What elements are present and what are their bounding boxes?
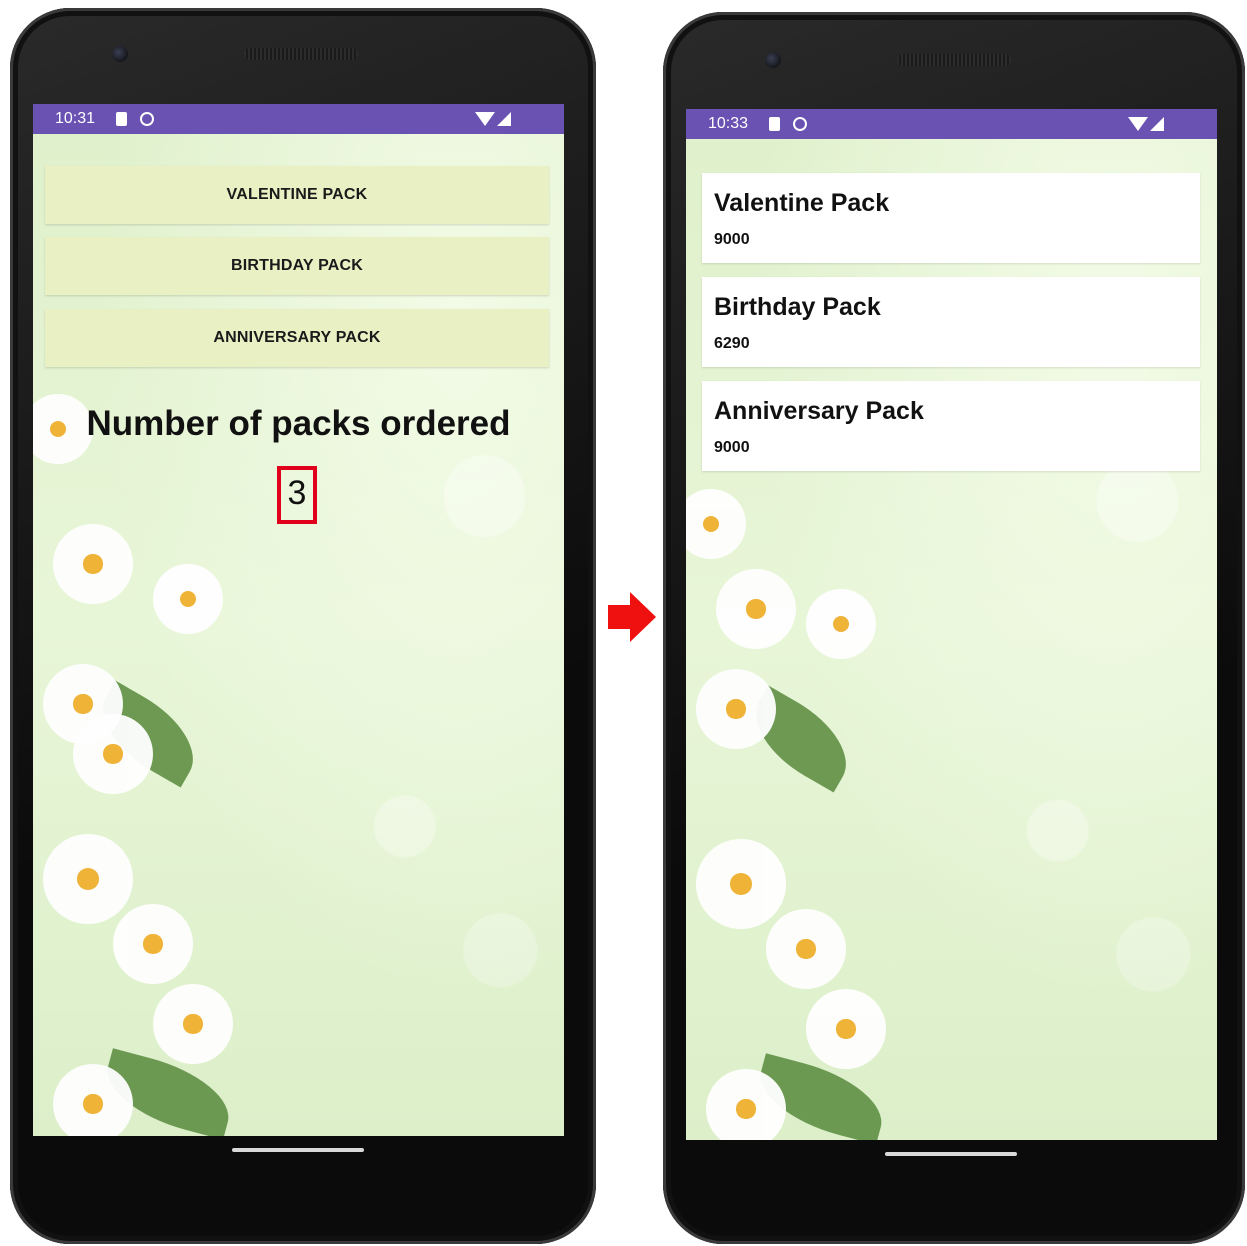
pack-price: 9000 [714,231,750,248]
transition-arrow-icon [608,592,656,642]
home-gesture-bar[interactable] [232,1148,364,1152]
flower-decoration [766,909,846,989]
status-bar: 10:33 [686,109,1217,139]
flower-decoration [806,989,886,1069]
front-camera-icon [765,52,781,68]
pack-name: Valentine Pack [714,189,890,217]
flower-decoration [43,834,133,924]
birthday-pack-button[interactable]: BIRTHDAY PACK [45,237,549,295]
pack-card-birthday[interactable]: Birthday Pack 6290 [702,277,1200,367]
flower-decoration [696,839,786,929]
signal-icon [497,112,511,126]
pack-name: Birthday Pack [714,293,881,321]
flower-decoration [113,904,193,984]
status-bar: 10:31 [33,104,564,134]
right-phone-frame: 10:33 Valentine Pack 9000 Birthday Pack … [663,12,1245,1244]
speaker-grille [244,48,358,60]
left-screen: 10:31 VALENTINE PACK BIRTHDAY PACK ANNIV… [33,104,564,1136]
pack-card-anniversary[interactable]: Anniversary Pack 9000 [702,381,1200,471]
wifi-icon [1128,117,1148,131]
flower-decoration [153,984,233,1064]
signal-icon [1150,117,1164,131]
packs-count-value: 3 [287,474,307,512]
pack-name: Anniversary Pack [714,397,924,425]
flower-decoration [716,569,796,649]
front-camera-icon [112,46,128,62]
sd-card-icon [769,117,780,131]
speaker-grille [897,54,1011,66]
pack-price: 6290 [714,335,750,352]
pack-price: 9000 [714,439,750,456]
flower-decoration [696,669,776,749]
home-gesture-bar[interactable] [885,1152,1017,1156]
pack-card-valentine[interactable]: Valentine Pack 9000 [702,173,1200,263]
packs-ordered-heading: Number of packs ordered [86,404,511,443]
wifi-icon [475,112,495,126]
status-time: 10:33 [708,115,749,132]
flower-decoration [73,714,153,794]
sd-card-icon [116,112,127,126]
right-screen: 10:33 Valentine Pack 9000 Birthday Pack … [686,109,1217,1140]
valentine-pack-button[interactable]: VALENTINE PACK [45,166,549,224]
flower-decoration [153,564,223,634]
sync-icon [140,112,154,126]
flower-decoration [53,1064,133,1136]
flower-decoration [53,524,133,604]
sync-icon [793,117,807,131]
flower-decoration [706,1069,786,1140]
status-time: 10:31 [55,110,96,127]
flower-decoration [806,589,876,659]
left-phone-frame: 10:31 VALENTINE PACK BIRTHDAY PACK ANNIV… [10,8,596,1244]
anniversary-pack-button[interactable]: ANNIVERSARY PACK [45,309,549,367]
packs-count-highlight: 3 [277,466,317,524]
